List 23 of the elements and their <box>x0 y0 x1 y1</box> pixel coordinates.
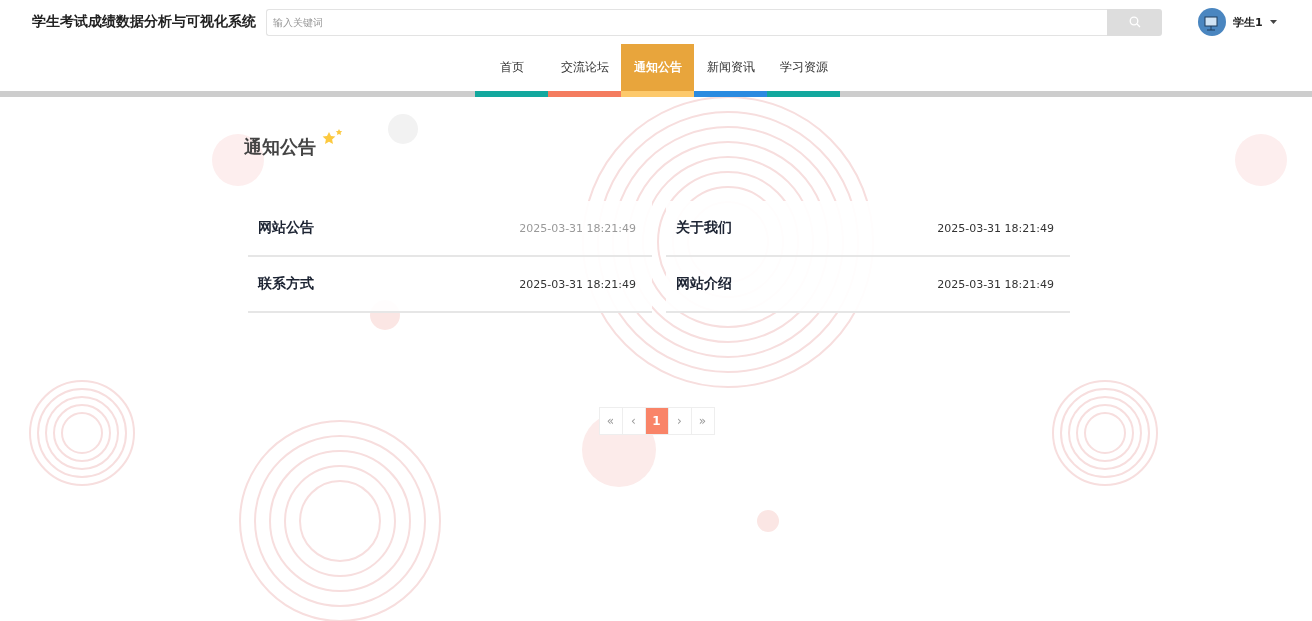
notice-card[interactable]: 网站公告 2025-03-31 18:21:49 <box>248 201 652 257</box>
search-field[interactable]: 输入关键词 <box>266 8 1107 36</box>
notice-card[interactable]: 网站介绍 2025-03-31 18:21:49 <box>666 257 1070 313</box>
notice-card[interactable]: 联系方式 2025-03-31 18:21:49 <box>248 257 652 313</box>
notice-title: 网站公告 <box>258 219 314 237</box>
notice-title: 关于我们 <box>676 219 732 237</box>
site-title: 学生考试成绩数据分析与可视化系统 <box>32 13 257 31</box>
user-name[interactable]: 学生1 <box>1233 14 1263 30</box>
avatar[interactable] <box>1198 8 1226 36</box>
nav-tab[interactable]: 新闻资讯 <box>694 44 767 97</box>
notice-card[interactable]: 关于我们 2025-03-31 18:21:49 <box>666 201 1070 257</box>
notice-date: 2025-03-31 18:21:49 <box>519 221 636 235</box>
notice-date: 2025-03-31 18:21:49 <box>937 277 1054 291</box>
notice-title: 联系方式 <box>258 275 314 293</box>
notice-date: 2025-03-31 18:21:49 <box>519 277 636 291</box>
stars-icon <box>322 129 344 147</box>
notice-title: 网站介绍 <box>676 275 732 293</box>
nav-tab[interactable]: 学习资源 <box>767 44 840 97</box>
nav-tab[interactable]: 首页 <box>475 44 548 97</box>
section-title: 通知公告 <box>244 135 316 159</box>
notice-date: 2025-03-31 18:21:49 <box>937 221 1054 235</box>
caret-icon[interactable] <box>1269 20 1277 24</box>
search-icon <box>1128 16 1141 28</box>
